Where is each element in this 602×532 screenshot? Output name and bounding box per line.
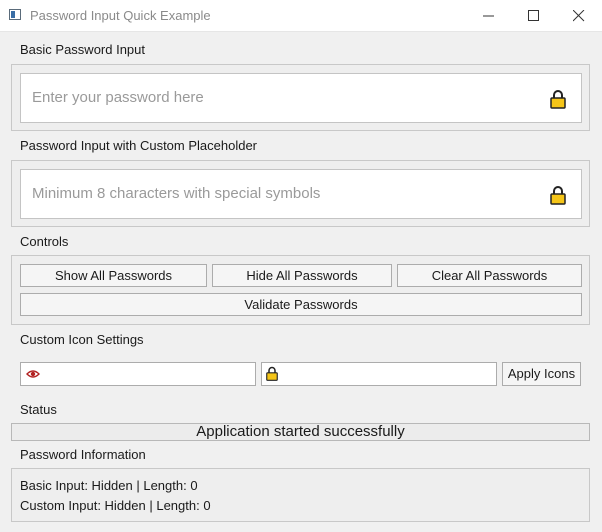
basic-password-placeholder: Enter your password here bbox=[32, 89, 204, 106]
basic-input-info: Basic Input: Hidden | Length: 0 bbox=[20, 478, 198, 493]
icon-settings-label: Custom Icon Settings bbox=[20, 332, 144, 347]
visible-icon-selector[interactable] bbox=[20, 362, 256, 386]
custom-input-info: Custom Input: Hidden | Length: 0 bbox=[20, 498, 211, 513]
minimize-icon bbox=[483, 15, 494, 17]
custom-password-label: Password Input with Custom Placeholder bbox=[20, 138, 258, 153]
lock-icon[interactable] bbox=[550, 185, 566, 205]
maximize-button[interactable] bbox=[511, 0, 557, 31]
show-all-passwords-button[interactable]: Show All Passwords bbox=[20, 264, 207, 287]
lock-icon[interactable] bbox=[550, 89, 566, 109]
status-label: Status bbox=[20, 402, 57, 417]
window-title: Password Input Quick Example bbox=[30, 8, 211, 23]
validate-passwords-button[interactable]: Validate Passwords bbox=[20, 293, 582, 316]
close-icon bbox=[573, 10, 585, 22]
minimize-button[interactable] bbox=[466, 0, 512, 31]
basic-password-input[interactable]: Enter your password here bbox=[20, 73, 582, 123]
hidden-icon-selector[interactable] bbox=[261, 362, 497, 386]
controls-label: Controls bbox=[20, 234, 69, 249]
title-bar: Password Input Quick Example bbox=[0, 0, 602, 32]
maximize-icon bbox=[528, 10, 539, 21]
controls-group: Show All Passwords Hide All Passwords Cl… bbox=[11, 255, 590, 325]
close-button[interactable] bbox=[556, 0, 602, 31]
password-info-label: Password Information bbox=[20, 447, 146, 462]
hide-all-passwords-button[interactable]: Hide All Passwords bbox=[212, 264, 392, 287]
custom-password-input[interactable]: Minimum 8 characters with special symbol… bbox=[20, 169, 582, 219]
app-icon bbox=[9, 9, 21, 20]
custom-password-placeholder: Minimum 8 characters with special symbol… bbox=[32, 185, 321, 202]
lock-icon bbox=[266, 366, 278, 381]
password-info-group: Basic Input: Hidden | Length: 0 Custom I… bbox=[11, 468, 590, 522]
basic-password-group: Enter your password here bbox=[11, 64, 590, 131]
clear-all-passwords-button[interactable]: Clear All Passwords bbox=[397, 264, 582, 287]
apply-icons-button[interactable]: Apply Icons bbox=[502, 362, 581, 386]
status-message: Application started successfully bbox=[11, 423, 590, 441]
eye-icon bbox=[26, 370, 40, 378]
basic-password-label: Basic Password Input bbox=[20, 42, 146, 57]
custom-password-group: Minimum 8 characters with special symbol… bbox=[11, 160, 590, 227]
